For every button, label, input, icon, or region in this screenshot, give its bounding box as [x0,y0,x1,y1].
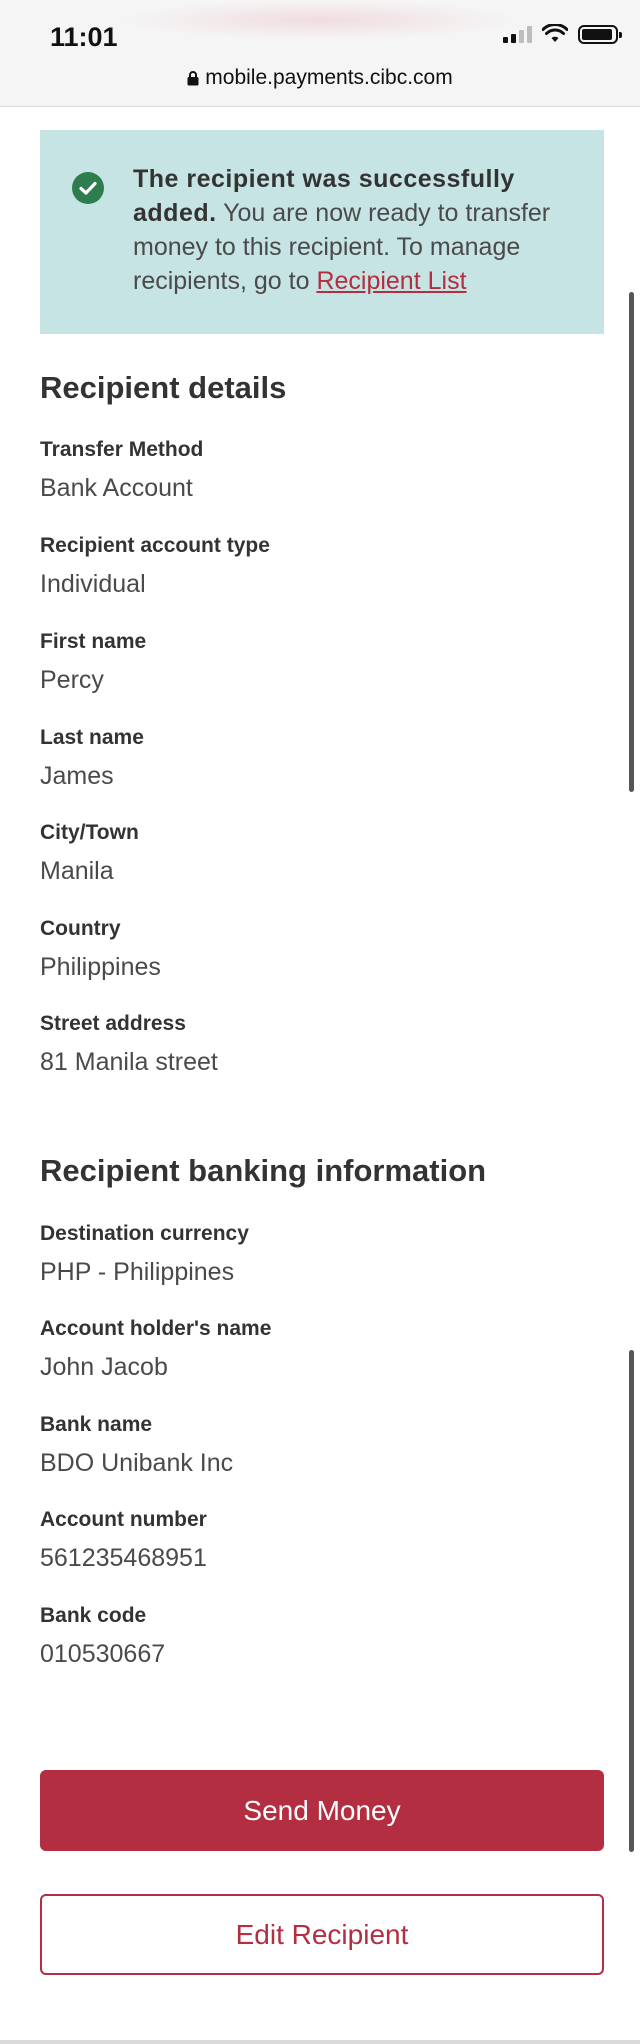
field-label-street-address: Street address [40,1012,186,1035]
scrollbar-thumb-secondary[interactable] [629,1350,634,1852]
field-label-transfer-method: Transfer Method [40,438,204,461]
wifi-icon [542,24,568,42]
field-value-account-type: Individual [40,570,146,598]
field-label-destination-currency: Destination currency [40,1222,249,1245]
lock-icon [187,71,199,86]
status-time: 11:01 [50,22,118,52]
edit-recipient-button[interactable]: Edit Recipient [40,1894,604,1975]
status-bar-highlight [120,0,520,40]
field-label-last-name: Last name [40,726,144,749]
field-label-account-number: Account number [40,1508,207,1531]
field-label-account-type: Recipient account type [40,534,270,557]
field-value-country: Philippines [40,953,161,981]
field-value-account-holder: John Jacob [40,1353,168,1381]
browser-top-bar: 11:01 mobile.payments.cibc.com [0,0,640,107]
field-value-first-name: Percy [40,666,104,694]
field-label-account-holder: Account holder's name [40,1317,272,1340]
field-value-city: Manila [40,857,114,885]
field-value-last-name: James [40,762,114,790]
field-value-transfer-method: Bank Account [40,474,193,502]
field-label-bank-name: Bank name [40,1413,153,1436]
success-banner: The recipient was successfully added. Yo… [40,130,604,334]
banner-message: The recipient was successfully added. Yo… [133,162,573,298]
scrollbar-thumb[interactable] [629,292,634,792]
field-value-account-number: 561235468951 [40,1544,207,1572]
check-circle-icon [72,172,104,204]
recipient-details-heading: Recipient details [40,370,287,405]
field-label-bank-code: Bank code [40,1604,147,1627]
address-bar[interactable]: mobile.payments.cibc.com [0,66,640,90]
status-icons [503,24,622,44]
battery-icon [578,24,622,44]
field-value-street-address: 81 Manila street [40,1048,218,1076]
field-value-destination-currency: PHP - Philippines [40,1258,235,1286]
field-label-city: City/Town [40,821,139,844]
bottom-divider [0,2040,640,2044]
field-label-country: Country [40,917,121,940]
banking-info-heading: Recipient banking information [40,1153,487,1188]
field-value-bank-code: 010530667 [40,1640,166,1668]
url-text: mobile.payments.cibc.com [205,66,453,89]
field-label-first-name: First name [40,630,147,653]
recipient-list-link[interactable]: Recipient List [316,267,466,295]
send-money-button[interactable]: Send Money [40,1770,604,1851]
field-value-bank-name: BDO Unibank Inc [40,1449,234,1477]
cellular-signal-icon [503,25,532,43]
